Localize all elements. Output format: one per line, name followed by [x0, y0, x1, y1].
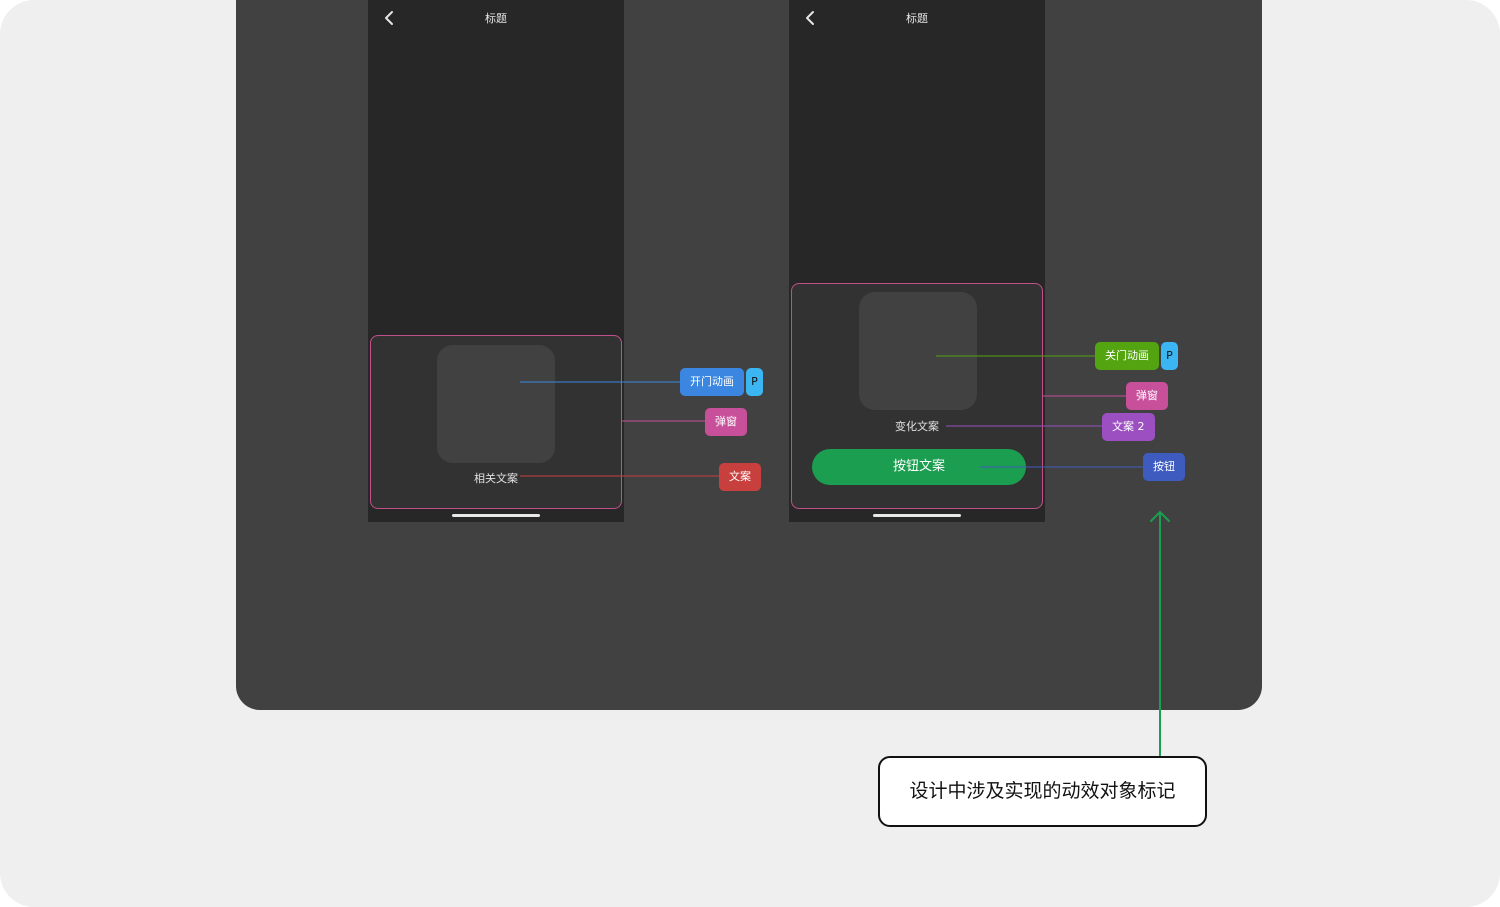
tag-text-2: 文案 2: [1102, 413, 1155, 441]
annotation-lines: [520, 355, 1170, 756]
tag-p-badge: P: [1161, 342, 1178, 370]
tag-close-animation: 关门动画: [1095, 342, 1159, 370]
callout-box: 设计中涉及实现的动效对象标记: [878, 756, 1207, 827]
tag-p-badge: P: [746, 368, 763, 396]
tag-open-animation: 开门动画: [680, 368, 744, 396]
tag-button: 按钮: [1143, 453, 1185, 481]
tag-text: 文案: [719, 463, 761, 491]
tag-popup: 弹窗: [705, 408, 747, 436]
tag-popup: 弹窗: [1126, 382, 1168, 410]
